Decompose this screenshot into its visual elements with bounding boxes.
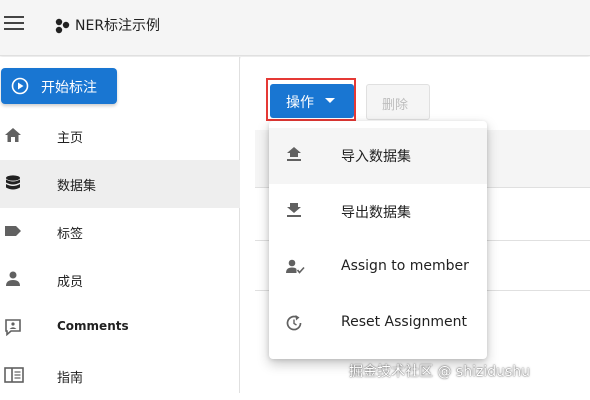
delete-button-label: 删除 bbox=[382, 98, 409, 113]
start-annotation-label: 开始标注 bbox=[41, 80, 97, 96]
sidebar-item-datasets[interactable]: 数据集 bbox=[0, 160, 240, 208]
book-icon bbox=[4, 367, 24, 383]
app-title: NER标注示例 bbox=[75, 18, 161, 34]
menu-item-assign-to-member[interactable]: Assign to member bbox=[269, 240, 487, 296]
sidebar-item-label: 数据集 bbox=[57, 179, 97, 194]
sidebar-item-labels[interactable]: 标签 bbox=[0, 208, 240, 256]
sidebar-item-label: Comments bbox=[57, 319, 129, 333]
menu-item-label: Reset Assignment bbox=[341, 314, 467, 330]
person-check-icon bbox=[286, 259, 305, 274]
label-icon bbox=[5, 226, 21, 236]
sidebar: 开始标注 主页 数据集 标签 成员 Comments 指南 bbox=[0, 57, 240, 393]
app-bar: NER标注示例 bbox=[0, 0, 590, 56]
actions-dropdown-button[interactable]: 操作 bbox=[270, 84, 354, 118]
database-icon bbox=[6, 175, 20, 190]
home-icon bbox=[5, 128, 21, 142]
sidebar-item-label: 指南 bbox=[57, 371, 84, 386]
sidebar-item-label: 标签 bbox=[57, 227, 84, 242]
caret-down-icon bbox=[325, 98, 335, 103]
sidebar-item-comments[interactable]: Comments bbox=[0, 304, 240, 352]
reset-icon bbox=[286, 315, 302, 331]
sidebar-item-label: 主页 bbox=[57, 131, 84, 146]
sidebar-item-home[interactable]: 主页 bbox=[0, 112, 240, 160]
sidebar-item-label: 成员 bbox=[57, 275, 84, 290]
menu-item-label: 导出数据集 bbox=[341, 205, 411, 221]
logo-icon bbox=[55, 18, 70, 34]
menu-item-label: 导入数据集 bbox=[341, 149, 411, 165]
menu-item-import-dataset[interactable]: 导入数据集 bbox=[269, 128, 487, 184]
download-icon bbox=[287, 203, 301, 217]
comment-icon bbox=[5, 319, 21, 336]
delete-button[interactable]: 删除 bbox=[366, 84, 430, 120]
menu-icon[interactable] bbox=[4, 16, 24, 32]
upload-icon bbox=[287, 147, 301, 161]
actions-menu: 导入数据集 导出数据集 Assign to member Reset Assig… bbox=[269, 121, 487, 359]
menu-item-reset-assignment[interactable]: Reset Assignment bbox=[269, 296, 487, 352]
sidebar-item-members[interactable]: 成员 bbox=[0, 256, 240, 304]
start-annotation-button[interactable]: 开始标注 bbox=[1, 68, 117, 104]
menu-item-label: Assign to member bbox=[341, 258, 469, 274]
menu-item-export-dataset[interactable]: 导出数据集 bbox=[269, 184, 487, 240]
watermark-text: 掘金技术社区 @ shizidushu bbox=[349, 364, 530, 380]
actions-button-label: 操作 bbox=[286, 95, 314, 111]
person-icon bbox=[6, 271, 20, 286]
play-circle-icon bbox=[11, 77, 29, 95]
